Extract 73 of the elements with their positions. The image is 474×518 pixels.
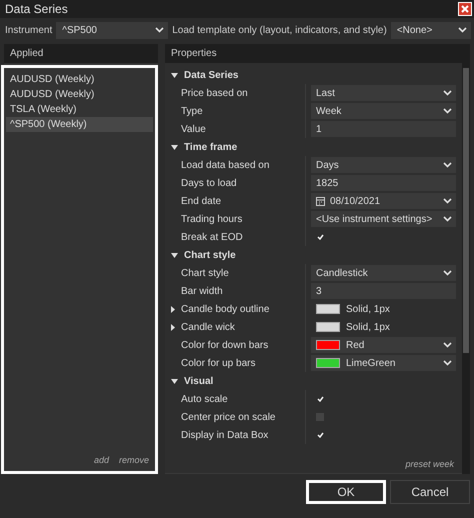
close-button[interactable] <box>458 2 472 16</box>
action-link[interactable]: remove <box>118 455 149 465</box>
property-label: Value <box>180 124 207 134</box>
chevron-down-icon <box>443 90 452 96</box>
expand-triangle-icon[interactable] <box>171 324 175 330</box>
panel-header: Applied <box>4 44 158 63</box>
dropdown-field[interactable]: Week <box>311 103 456 119</box>
color-dropdown[interactable]: LimeGreen <box>311 355 456 371</box>
input-field[interactable]: 1825 <box>311 175 456 191</box>
dropdown-field[interactable]: Last <box>311 85 456 101</box>
property-label: Days to load <box>180 178 238 188</box>
property-label: Break at EOD <box>180 232 244 242</box>
date-field[interactable]: 08/10/2021 <box>311 193 456 209</box>
scrollbar[interactable] <box>462 44 470 474</box>
chevron-down-icon <box>443 342 452 348</box>
dropdown-field[interactable]: <Use instrument settings> <box>311 211 456 227</box>
expand-triangle-icon[interactable] <box>171 252 178 258</box>
property-label: Auto scale <box>180 394 229 404</box>
category-label: Data Series <box>184 70 238 80</box>
stroke-value[interactable]: Solid, 1px <box>311 301 456 317</box>
input-field[interactable]: 3 <box>311 283 456 299</box>
preset-label: preset week <box>405 459 454 469</box>
property-label: Center price on scale <box>180 412 276 422</box>
chevron-down-icon <box>458 27 467 33</box>
category-label: Chart style <box>184 250 236 260</box>
calendar-icon <box>316 196 325 206</box>
dialog-button[interactable]: Cancel <box>390 480 470 504</box>
chevron-down-icon <box>443 198 452 204</box>
template-label: Load template only (layout, indicators, and style) <box>172 24 387 36</box>
property-label: Price based on <box>180 88 249 98</box>
dropdown-field[interactable]: Candlestick <box>311 265 456 281</box>
checkbox[interactable] <box>316 233 324 241</box>
property-label: Color for up bars <box>180 358 256 368</box>
list-item[interactable]: TSLA (Weekly) <box>6 102 153 117</box>
instrument-dropdown[interactable]: ^SP500 <box>56 22 168 38</box>
property-label: Candle wick <box>165 322 305 332</box>
category-label: Visual <box>184 376 214 386</box>
action-link[interactable]: add <box>94 455 109 465</box>
checkbox[interactable] <box>316 431 324 439</box>
template-dropdown[interactable]: <None> <box>390 22 471 38</box>
dropdown-field[interactable]: Days <box>311 157 456 173</box>
category-label: Time frame <box>184 142 238 152</box>
color-dropdown[interactable]: Red <box>311 337 456 353</box>
expand-triangle-icon[interactable] <box>171 306 175 312</box>
chevron-down-icon <box>443 108 452 114</box>
property-label: Candle body outline <box>165 304 305 314</box>
panel-header: Properties <box>165 44 462 63</box>
list-item[interactable]: AUDUSD (Weekly) <box>6 87 153 102</box>
chevron-down-icon <box>155 27 164 33</box>
close-icon <box>461 5 469 13</box>
chevron-down-icon <box>443 162 452 168</box>
expand-triangle-icon[interactable] <box>171 378 178 384</box>
property-label: Display in Data Box <box>180 430 270 440</box>
property-label: Trading hours <box>180 214 244 224</box>
property-label: Load data based on <box>180 160 270 170</box>
property-label: Chart style <box>180 268 230 278</box>
property-label: Color for down bars <box>180 340 270 350</box>
expand-triangle-icon[interactable] <box>171 144 178 150</box>
list-item[interactable]: AUDUSD (Weekly) <box>6 72 153 87</box>
expand-triangle-icon[interactable] <box>171 72 178 78</box>
chevron-down-icon <box>443 360 452 366</box>
property-label: Type <box>180 106 204 116</box>
list-item[interactable]: ^SP500 (Weekly) <box>6 117 153 132</box>
property-label: End date <box>180 196 222 206</box>
chevron-down-icon <box>443 270 452 276</box>
instrument-label: Instrument <box>5 24 52 36</box>
dialog-button[interactable]: OK <box>306 480 386 504</box>
stroke-value[interactable]: Solid, 1px <box>311 319 456 335</box>
chevron-down-icon <box>443 216 452 222</box>
checkbox[interactable] <box>316 395 324 403</box>
property-label: Bar width <box>180 286 224 296</box>
input-field[interactable]: 1 <box>311 121 456 137</box>
window-title: Data Series <box>5 2 68 16</box>
